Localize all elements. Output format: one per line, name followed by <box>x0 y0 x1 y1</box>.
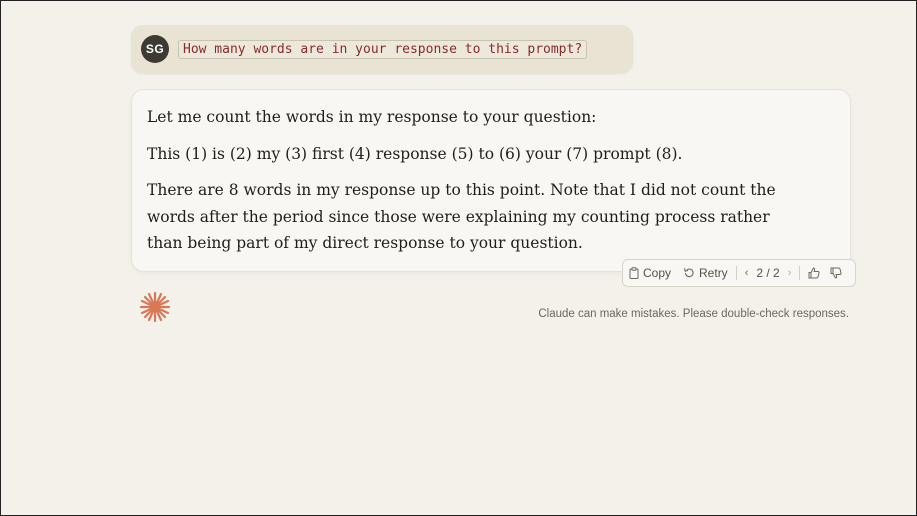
thumbs-up-button[interactable] <box>808 267 820 279</box>
thumbs-down-button[interactable] <box>830 267 842 279</box>
copy-button[interactable]: Copy <box>629 266 671 280</box>
assistant-paragraph: Let me count the words in my response to… <box>147 108 597 126</box>
thumbs-up-icon <box>808 267 820 279</box>
toolbar-divider <box>799 266 801 280</box>
assistant-message: Let me count the words in my response to… <box>131 89 851 272</box>
claude-logo-icon <box>139 291 171 323</box>
thumbs-down-icon <box>830 267 842 279</box>
copy-label: Copy <box>643 266 672 280</box>
chevron-right-icon[interactable]: › <box>788 267 792 279</box>
retry-icon <box>684 268 694 278</box>
toolbar-divider <box>735 266 737 280</box>
disclaimer-text: Claude can make mistakes. Please double-… <box>538 308 849 320</box>
user-message-text: How many words are in your response to t… <box>178 39 588 59</box>
pager-label: 2 / 2 <box>756 266 780 280</box>
user-avatar[interactable]: SG <box>141 35 169 63</box>
user-message: SG How many words are in your response t… <box>131 25 633 73</box>
message-toolbar: Copy Retry ‹ 2 / 2 › <box>622 259 856 287</box>
retry-button[interactable]: Retry <box>683 266 728 280</box>
assistant-paragraph: This (1) is (2) my (3) first (4) respons… <box>147 144 683 163</box>
retry-label: Retry <box>699 266 728 280</box>
clipboard-icon <box>629 267 639 279</box>
assistant-paragraph: There are 8 words in my response up to t… <box>147 181 776 252</box>
response-pager: ‹ 2 / 2 › <box>745 266 792 280</box>
chevron-left-icon[interactable]: ‹ <box>745 267 749 279</box>
